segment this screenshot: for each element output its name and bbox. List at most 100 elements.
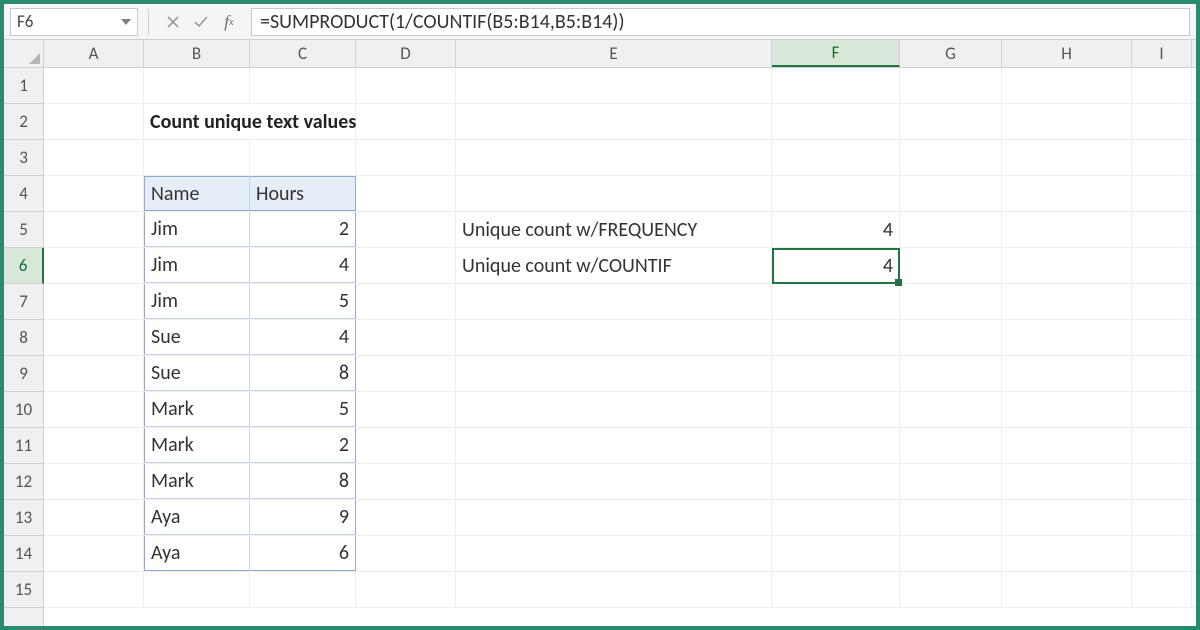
row-header-13[interactable]: 13 (4, 500, 43, 536)
cell[interactable] (1132, 392, 1192, 427)
row-header-3[interactable]: 3 (4, 140, 43, 176)
cell[interactable] (772, 284, 900, 319)
cell[interactable] (44, 68, 144, 103)
cell[interactable] (900, 176, 1002, 211)
table-header-name[interactable]: Name (144, 176, 250, 211)
cell[interactable] (44, 176, 144, 211)
cell[interactable] (44, 536, 144, 571)
formula-input[interactable]: =SUMPRODUCT(1/COUNTIF(B5:B14,B5:B14)) (251, 8, 1190, 36)
cell[interactable] (144, 572, 250, 607)
table-cell-hours[interactable]: 4 (250, 320, 356, 355)
cell[interactable] (1002, 536, 1132, 571)
cell[interactable] (356, 572, 456, 607)
table-cell-name[interactable]: Aya (144, 536, 250, 571)
cell[interactable] (1002, 464, 1132, 499)
table-cell-name[interactable]: Mark (144, 428, 250, 463)
table-cell-name[interactable]: Mark (144, 464, 250, 499)
cell[interactable] (456, 284, 772, 319)
row-header-11[interactable]: 11 (4, 428, 43, 464)
result-frequency[interactable]: 4 (772, 212, 900, 247)
cell[interactable] (356, 212, 456, 247)
cell[interactable] (356, 392, 456, 427)
chevron-down-icon[interactable] (121, 19, 131, 25)
cell[interactable] (772, 464, 900, 499)
row-header-14[interactable]: 14 (4, 536, 43, 572)
cell[interactable] (772, 320, 900, 355)
cell[interactable] (1132, 248, 1192, 283)
cancel-icon[interactable] (159, 8, 187, 36)
row-header-6[interactable]: 6 (4, 248, 44, 284)
cell[interactable] (456, 68, 772, 103)
cell[interactable] (44, 104, 144, 139)
cell[interactable] (1132, 140, 1192, 175)
col-header-I[interactable]: I (1132, 40, 1192, 67)
cell[interactable] (356, 68, 456, 103)
cell[interactable] (456, 464, 772, 499)
cell[interactable] (1132, 284, 1192, 319)
row-header-8[interactable]: 8 (4, 320, 43, 356)
cell[interactable] (772, 572, 900, 607)
cell[interactable] (900, 212, 1002, 247)
cell[interactable] (1002, 356, 1132, 391)
cell[interactable] (772, 140, 900, 175)
cell[interactable] (1132, 536, 1192, 571)
select-all-button[interactable] (4, 40, 44, 67)
cell[interactable] (900, 248, 1002, 283)
col-header-C[interactable]: C (250, 40, 356, 67)
cell[interactable] (1002, 212, 1132, 247)
row-header-2[interactable]: 2 (4, 104, 43, 140)
cell[interactable] (456, 572, 772, 607)
table-cell-name[interactable]: Jim (144, 212, 250, 247)
cell[interactable] (1002, 572, 1132, 607)
cell[interactable] (1132, 68, 1192, 103)
row-header-9[interactable]: 9 (4, 356, 43, 392)
table-cell-hours[interactable]: 5 (250, 284, 356, 319)
label-frequency[interactable]: Unique count w/FREQUENCY (456, 212, 772, 247)
cell[interactable] (1002, 428, 1132, 463)
table-cell-hours[interactable]: 9 (250, 500, 356, 535)
cell[interactable] (772, 176, 900, 211)
cell[interactable] (44, 428, 144, 463)
cell[interactable] (144, 140, 250, 175)
cell[interactable] (1002, 500, 1132, 535)
insert-function-icon[interactable]: fx (215, 8, 243, 36)
enter-check-icon[interactable] (187, 8, 215, 36)
table-cell-hours[interactable]: 4 (250, 248, 356, 283)
table-cell-hours[interactable]: 6 (250, 536, 356, 571)
cell[interactable] (1002, 284, 1132, 319)
cell[interactable] (44, 248, 144, 283)
cell[interactable] (1132, 428, 1192, 463)
cell[interactable] (456, 320, 772, 355)
cell[interactable] (1132, 464, 1192, 499)
cell[interactable] (772, 428, 900, 463)
cell[interactable] (772, 68, 900, 103)
row-header-10[interactable]: 10 (4, 392, 43, 428)
table-cell-hours[interactable]: 2 (250, 428, 356, 463)
cell[interactable] (456, 176, 772, 211)
col-header-A[interactable]: A (44, 40, 144, 67)
cell[interactable] (900, 464, 1002, 499)
table-cell-name[interactable]: Sue (144, 356, 250, 391)
cell[interactable] (900, 320, 1002, 355)
cell[interactable] (356, 320, 456, 355)
cell[interactable] (772, 500, 900, 535)
cell[interactable] (900, 500, 1002, 535)
cell[interactable] (456, 356, 772, 391)
name-box[interactable]: F6 (10, 8, 138, 36)
cell[interactable] (356, 104, 456, 139)
cell[interactable] (356, 356, 456, 391)
col-header-F[interactable]: F (772, 40, 900, 67)
cell[interactable] (1132, 500, 1192, 535)
cell[interactable] (44, 284, 144, 319)
cell[interactable] (356, 140, 456, 175)
cell[interactable] (1002, 392, 1132, 427)
cell[interactable] (456, 428, 772, 463)
cell[interactable] (44, 320, 144, 355)
cell[interactable] (356, 464, 456, 499)
row-header-7[interactable]: 7 (4, 284, 43, 320)
cell[interactable] (1132, 572, 1192, 607)
cell[interactable] (356, 248, 456, 283)
cell[interactable] (900, 392, 1002, 427)
cell[interactable] (1132, 212, 1192, 247)
cell[interactable] (1002, 176, 1132, 211)
